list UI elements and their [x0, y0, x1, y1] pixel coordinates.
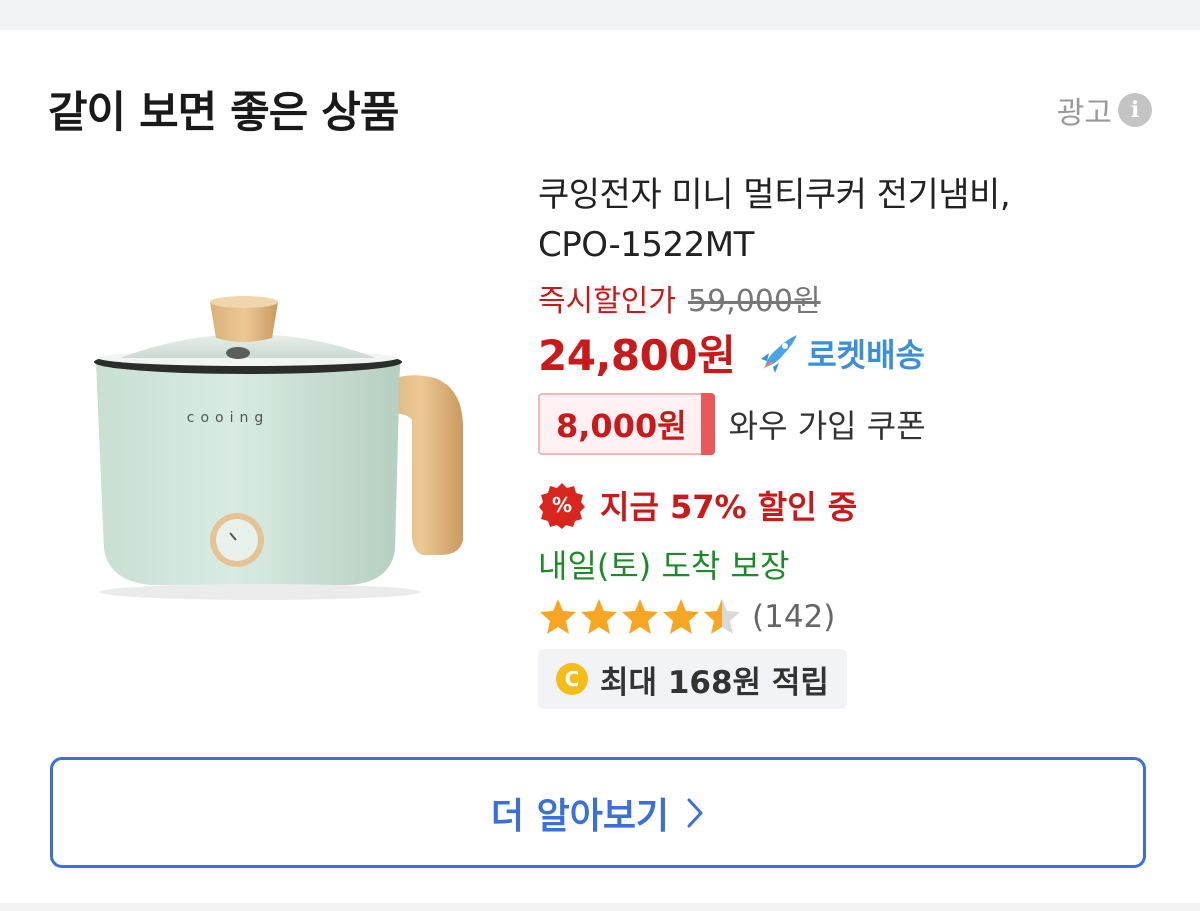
- sale-price-row: 24,800원 로켓배송: [538, 322, 1158, 383]
- points-text: 최대 168원 적립: [600, 664, 829, 701]
- star-icon: [663, 599, 699, 634]
- product-image[interactable]: cooing: [60, 250, 500, 610]
- arrival-guarantee: 내일(토) 도착 보장: [538, 547, 790, 585]
- coupon-row: 8,000원 와우 가입 쿠폰: [538, 393, 1158, 455]
- original-price: 59,000원: [688, 284, 821, 319]
- sale-price: 24,800원: [538, 331, 736, 380]
- rating-row[interactable]: (142): [538, 597, 1158, 637]
- star-icon: [704, 599, 740, 634]
- instant-discount-label: 즉시할인가: [538, 284, 676, 319]
- rocket-delivery-text: 로켓배송: [807, 335, 925, 374]
- star-icon: [540, 599, 576, 634]
- star-icon: [622, 599, 658, 634]
- section-title: 같이 보면 좋은 상품: [48, 88, 399, 138]
- rocket-delivery-badge: 로켓배송: [757, 330, 925, 376]
- original-price-row: 즉시할인가 59,000원: [538, 276, 1158, 320]
- product-details: 쿠잉전자 미니 멀티쿠커 전기냄비, CPO-1522MT 즉시할인가 59,0…: [538, 170, 1158, 709]
- learn-more-label: 더 알아보기: [490, 795, 670, 837]
- ad-label-text: 광고: [1056, 96, 1112, 131]
- coupon-amount: 8,000원: [556, 407, 687, 445]
- discount-text: 지금 57% 할인 중: [600, 488, 858, 526]
- product-name-line1: 쿠잉전자 미니 멀티쿠커 전기냄비,: [538, 175, 1011, 215]
- star-rating: [538, 597, 742, 637]
- points-badge: C 최대 168원 적립: [538, 649, 847, 709]
- coupon-badge[interactable]: 8,000원: [538, 393, 715, 455]
- review-count: (142): [752, 599, 836, 635]
- percent-glyph: %: [552, 493, 572, 517]
- percent-badge-icon: %: [539, 483, 585, 529]
- coupon-notch: [700, 393, 715, 455]
- product-name-line2: CPO-1522MT: [538, 225, 754, 265]
- chevron-right-icon: [687, 798, 703, 827]
- product-brand-text: cooing: [187, 410, 269, 426]
- discount-row: % 지금 57% 할인 중: [538, 481, 1158, 529]
- info-icon[interactable]: i: [1118, 93, 1152, 127]
- recommendation-card: 같이 보면 좋은 상품 광고 i cooing 쿠잉전자 미니 멀티쿠커 전기냄…: [0, 30, 1200, 903]
- coupon-text: 와우 가입 쿠폰: [728, 407, 926, 445]
- learn-more-button[interactable]: 더 알아보기: [50, 757, 1146, 868]
- ad-label[interactable]: 광고 i: [1057, 88, 1152, 132]
- coin-icon: C: [556, 663, 588, 695]
- star-icon: [581, 599, 617, 634]
- product-name[interactable]: 쿠잉전자 미니 멀티쿠커 전기냄비, CPO-1522MT: [538, 170, 1158, 270]
- rocket-icon: [761, 334, 798, 373]
